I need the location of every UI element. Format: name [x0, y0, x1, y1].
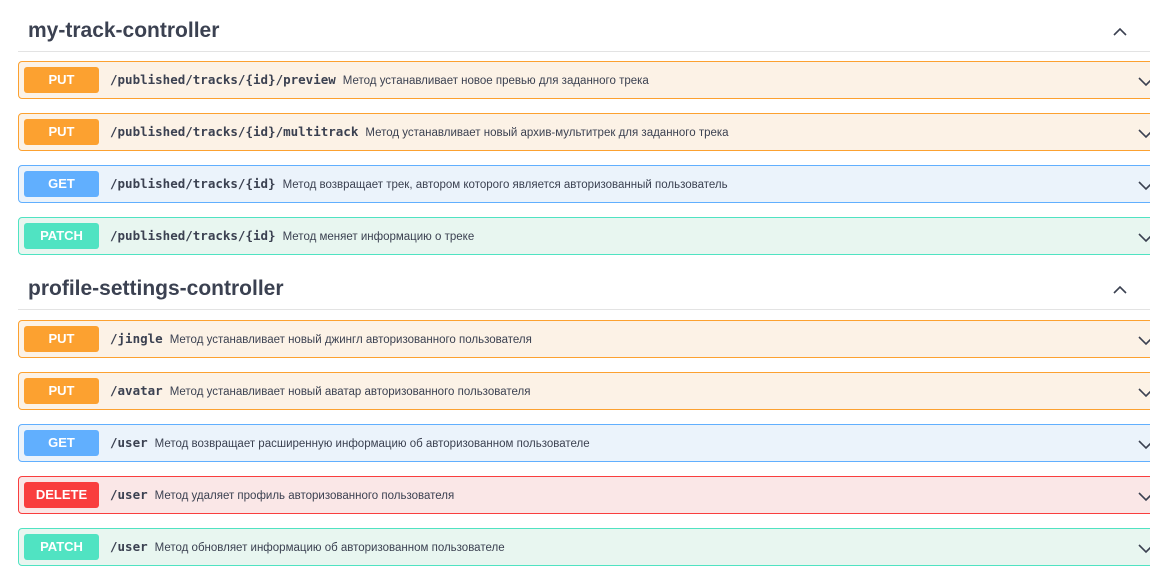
endpoint-delete-user[interactable]: DELETE /user Метод удаляет профиль автори… — [18, 476, 1150, 514]
endpoint-patch-track[interactable]: PATCH /published/tracks/{id} Метод меняет… — [18, 217, 1150, 255]
endpoint-path: /published/tracks/{id} — [110, 176, 276, 191]
endpoint-path: /published/tracks/{id}/multitrack — [110, 124, 359, 139]
endpoint-patch-user[interactable]: PATCH /user Метод обновляет информацию об… — [18, 528, 1150, 566]
endpoint-description: Метод устанавливает новый аватар авториз… — [169, 386, 531, 398]
endpoint-description: Метод устанавливает новое превью для зад… — [342, 75, 649, 87]
endpoint-description: Метод устанавливает новый джингл авториз… — [169, 334, 532, 346]
endpoint-path: /published/tracks/{id}/preview — [110, 72, 336, 87]
endpoint-path-line: /published/tracks/{id} Метод меняет инфор… — [110, 228, 474, 245]
section-title: profile-settings-controller — [28, 277, 284, 300]
endpoint-path: /published/tracks/{id} — [110, 228, 276, 243]
chevron-up-icon[interactable] — [1110, 22, 1130, 42]
method-badge: PATCH — [24, 223, 99, 249]
endpoint-put-avatar[interactable]: PUT /avatar Метод устанавливает новый ава… — [18, 372, 1150, 410]
chevron-down-icon[interactable] — [1137, 177, 1150, 193]
chevron-down-icon[interactable] — [1137, 332, 1150, 348]
section-header[interactable]: profile-settings-controller — [18, 270, 1150, 310]
method-badge: PUT — [24, 326, 99, 352]
endpoint-description: Метод меняет информацию о треке — [282, 231, 475, 243]
endpoint-put-preview[interactable]: PUT /published/tracks/{id}/preview Метод … — [18, 61, 1150, 99]
chevron-down-icon[interactable] — [1137, 488, 1150, 504]
section-header[interactable]: my-track-controller — [18, 12, 1150, 52]
method-badge: DELETE — [24, 482, 99, 508]
chevron-down-icon[interactable] — [1137, 436, 1150, 452]
endpoint-path: /user — [110, 539, 148, 554]
endpoint-path-line: /published/tracks/{id}/preview Метод уста… — [110, 72, 649, 89]
method-badge: PUT — [24, 67, 99, 93]
chevron-down-icon[interactable] — [1137, 73, 1150, 89]
endpoint-path-line: /user Метод удаляет профиль авторизованно… — [110, 487, 454, 504]
endpoint-path: /jingle — [110, 331, 163, 346]
chevron-down-icon[interactable] — [1137, 125, 1150, 141]
chevron-down-icon[interactable] — [1137, 229, 1150, 245]
section-title: my-track-controller — [28, 19, 220, 42]
chevron-down-icon[interactable] — [1137, 540, 1150, 556]
endpoint-description: Метод устанавливает новый архив-мультитр… — [365, 127, 729, 139]
endpoint-path-line: /published/tracks/{id}/multitrack Метод у… — [110, 124, 729, 141]
method-badge: PATCH — [24, 534, 99, 560]
method-badge: GET — [24, 430, 99, 456]
endpoint-description: Метод возвращает трек, автором которого … — [282, 179, 728, 191]
endpoint-description: Метод возвращает расширенную информацию … — [154, 438, 590, 450]
endpoint-description: Метод удаляет профиль авторизованного по… — [154, 490, 455, 502]
endpoint-path-line: /user Метод возвращает расширенную информ… — [110, 435, 590, 452]
endpoint-path-line: /published/tracks/{id} Метод возвращает т… — [110, 176, 728, 193]
method-badge: GET — [24, 171, 99, 197]
endpoint-path: /user — [110, 435, 148, 450]
endpoint-path-line: /user Метод обновляет информацию об автор… — [110, 539, 505, 556]
endpoint-put-jingle[interactable]: PUT /jingle Метод устанавливает новый джи… — [18, 320, 1150, 358]
endpoint-description: Метод обновляет информацию об авторизова… — [154, 542, 505, 554]
endpoint-path: /user — [110, 487, 148, 502]
endpoint-path: /avatar — [110, 383, 163, 398]
chevron-up-icon[interactable] — [1110, 280, 1130, 300]
method-badge: PUT — [24, 378, 99, 404]
endpoint-path-line: /avatar Метод устанавливает новый аватар … — [110, 383, 530, 400]
endpoint-get-track[interactable]: GET /published/tracks/{id} Метод возвраща… — [18, 165, 1150, 203]
endpoint-put-multitrack[interactable]: PUT /published/tracks/{id}/multitrack Мет… — [18, 113, 1150, 151]
endpoint-get-user[interactable]: GET /user Метод возвращает расширенную ин… — [18, 424, 1150, 462]
method-badge: PUT — [24, 119, 99, 145]
endpoint-path-line: /jingle Метод устанавливает новый джингл … — [110, 331, 532, 348]
chevron-down-icon[interactable] — [1137, 384, 1150, 400]
